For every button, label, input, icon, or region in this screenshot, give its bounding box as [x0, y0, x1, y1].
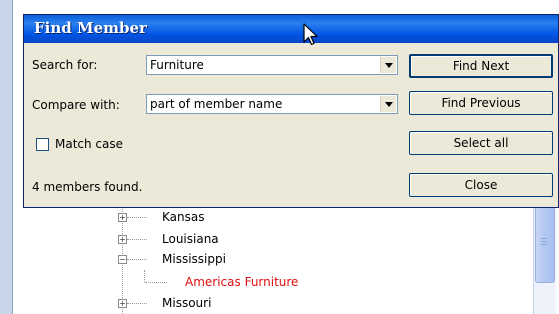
find-member-dialog: Find Member Search for: Furniture Compar…	[23, 14, 559, 208]
tree-node-label[interactable]: Missouri	[162, 294, 211, 312]
compare-combobox[interactable]: part of member name	[146, 94, 398, 114]
scrollbar-thumb[interactable]	[535, 206, 555, 283]
match-case-checkbox[interactable]	[36, 138, 49, 151]
scrollbar-grip-icon	[541, 238, 547, 239]
compare-label: Compare with:	[32, 98, 120, 112]
tree-node-label[interactable]: Mississippi	[162, 250, 226, 268]
dropdown-arrow-icon[interactable]	[380, 96, 396, 112]
tree-connector-line	[127, 303, 147, 304]
tree-connector-line	[127, 217, 147, 218]
tree-connector-line	[127, 239, 147, 240]
compare-value[interactable]: part of member name	[150, 97, 282, 111]
tree-node-louisiana[interactable]: + Louisiana	[0, 230, 520, 248]
expand-plus-icon[interactable]: +	[118, 235, 127, 244]
select-all-button[interactable]: Select all	[409, 131, 553, 155]
tree-node-kansas[interactable]: + Kansas	[0, 208, 520, 226]
tree-node-missouri[interactable]: + Missouri	[0, 294, 520, 312]
dialog-titlebar[interactable]: Find Member	[24, 15, 558, 43]
tree-node-label[interactable]: Kansas	[162, 208, 204, 226]
search-combobox[interactable]: Furniture	[146, 55, 398, 75]
match-case-label[interactable]: Match case	[55, 137, 123, 151]
close-button[interactable]: Close	[409, 173, 553, 197]
tree-node-mississippi[interactable]: − Mississippi	[0, 250, 520, 268]
tree-connector-line	[127, 259, 147, 260]
search-value[interactable]: Furniture	[150, 58, 204, 72]
find-previous-button[interactable]: Find Previous	[409, 91, 553, 115]
find-next-button[interactable]: Find Next	[409, 54, 553, 78]
mouse-cursor-icon	[303, 23, 318, 46]
tree-node-label-found[interactable]: Americas Furniture	[185, 273, 298, 291]
dialog-title: Find Member	[34, 19, 147, 37]
dropdown-arrow-icon[interactable]	[380, 57, 396, 73]
expand-plus-icon[interactable]: +	[118, 299, 127, 308]
collapse-minus-icon[interactable]: −	[118, 255, 127, 264]
status-text: 4 members found.	[32, 180, 143, 194]
tree-node-label[interactable]: Louisiana	[162, 230, 219, 248]
expand-plus-icon[interactable]: +	[118, 213, 127, 222]
search-label: Search for:	[32, 58, 98, 72]
tree-node-americas-furniture[interactable]: Americas Furniture	[0, 273, 520, 291]
